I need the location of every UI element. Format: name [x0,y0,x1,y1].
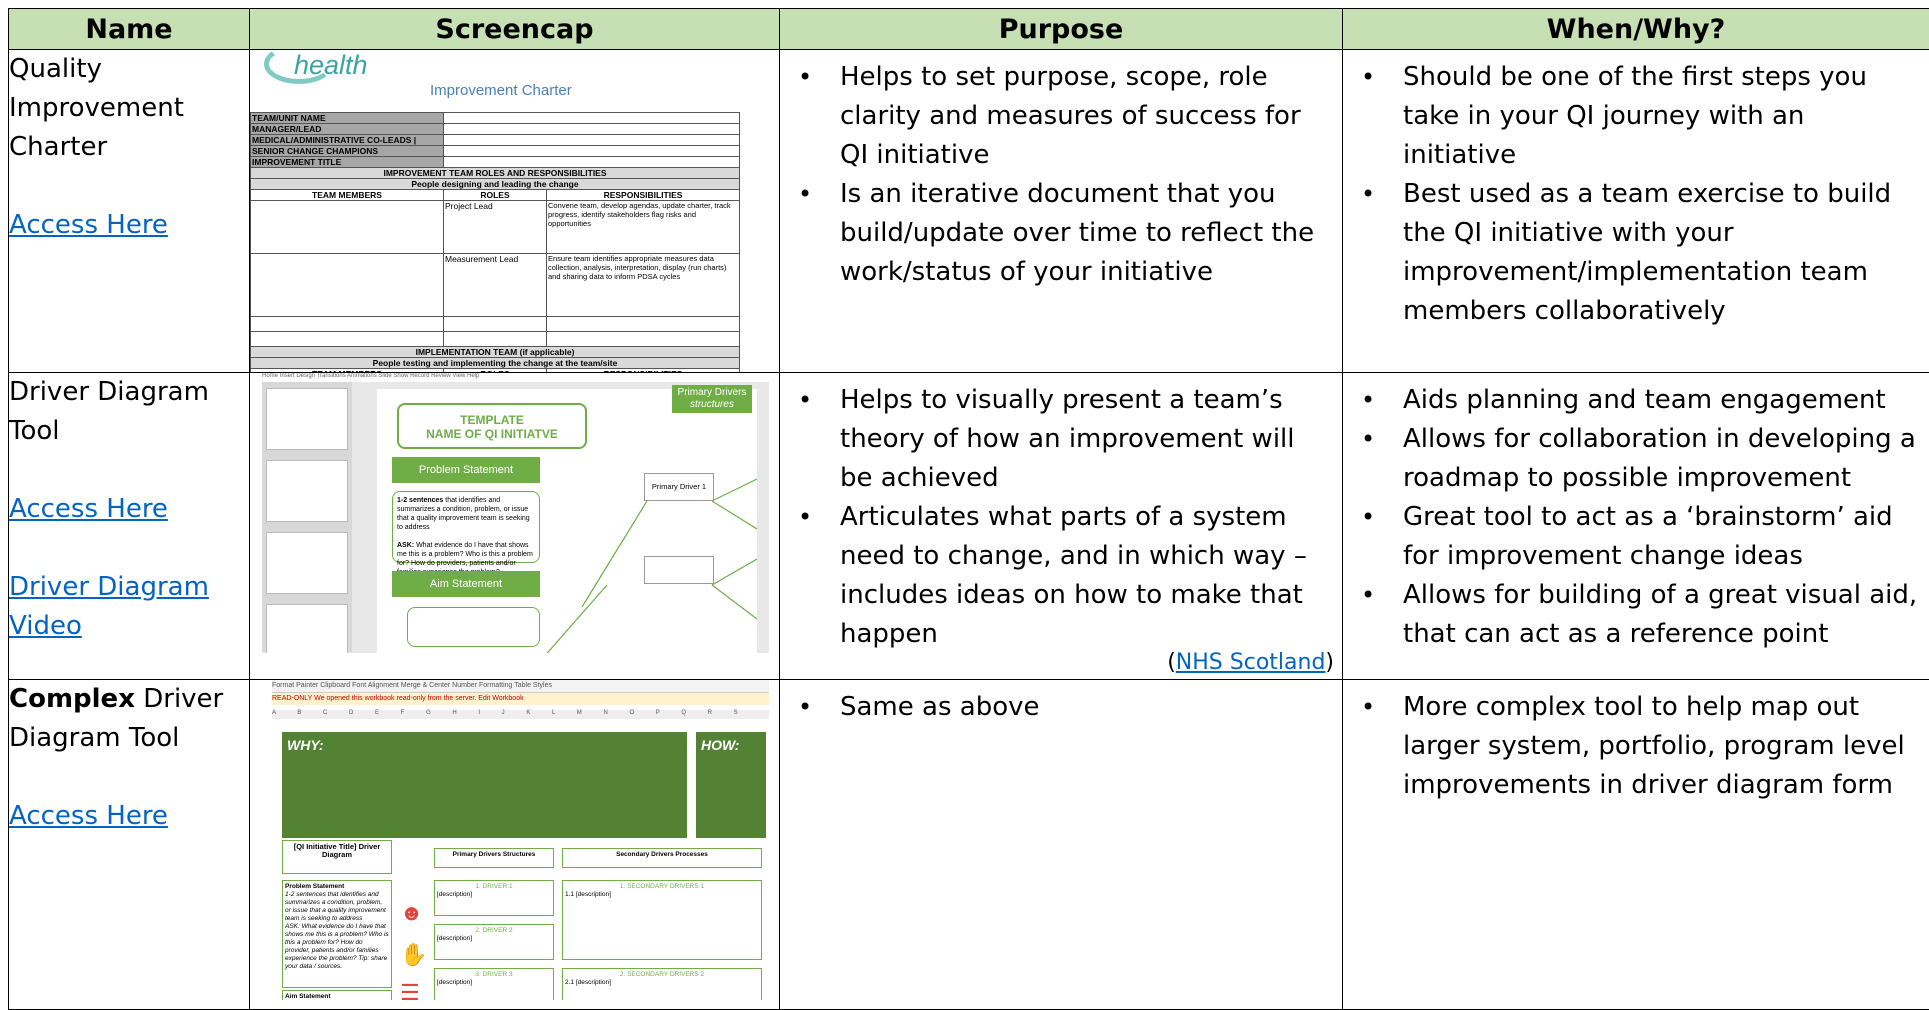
name-cell: Quality Improvement Charter Access Here [9,50,250,373]
when-list: Should be one of the first steps you tak… [1343,50,1929,331]
citation: (NHS Scotland) [1167,650,1334,675]
purpose-cell: Helps to set purpose, scope, role clarit… [780,50,1343,373]
list-item: Helps to set purpose, scope, role clarit… [788,58,1334,175]
list-item: More complex tool to help map out larger… [1351,688,1921,805]
access-here-link[interactable]: Access Here [9,494,168,524]
list-item: Should be one of the first steps you tak… [1351,58,1921,175]
connector-lines [377,389,757,653]
excel-toolbar: Format Painter Clipboard Font Alignment … [272,680,769,693]
purpose-list: Helps to set purpose, scope, role clarit… [780,50,1342,292]
header-row: Name Screencap Purpose When/Why? [9,9,1929,50]
primary-drivers-header: Primary Driversstructures [672,385,752,413]
nhs-scotland-link[interactable]: NHS Scotland [1176,650,1326,675]
problem-box: Problem Statement1-2 sentences that iden… [282,880,392,988]
handshake-icon: ✋ [400,942,427,968]
header-screencap: Screencap [250,9,780,50]
table-row: Quality Improvement Charter Access Here … [9,50,1929,373]
list-item: Best used as a team exercise to build th… [1351,175,1921,331]
tool-name: Improvement [9,89,249,128]
slide-canvas: TEMPLATENAME OF QI INITIATVE Problem Sta… [377,389,757,653]
list-item: Helps to visually present a team’s theor… [788,381,1334,498]
charter-title: Improvement Charter [430,82,572,99]
access-here-link[interactable]: Access Here [9,801,168,831]
charter-screenshot: health Improvement Charter TEAM/UNIT NAM… [250,50,779,372]
list-item: Allows for collaboration in developing a… [1351,420,1921,498]
tool-name: Diagram Tool [9,719,249,758]
secondary-drivers-box: Secondary Drivers Processes [562,848,762,868]
list-item: Is an iterative document that you build/… [788,175,1334,292]
list-item: Articulates what parts of a system need … [788,498,1334,654]
charter-form: TEAM/UNIT NAME MANAGER/LEAD MEDICAL/ADMI… [250,112,740,372]
list-item: Aids planning and team engagement [1351,381,1921,420]
purpose-list: Helps to visually present a team’s theor… [780,373,1342,654]
when-cell: Aids planning and team engagement Allows… [1343,373,1929,680]
table-row: Complex Driver Diagram Tool Access Here … [9,680,1929,1010]
purpose-cell: Helps to visually present a team’s theor… [780,373,1343,680]
header-purpose: Purpose [780,9,1343,50]
when-cell: Should be one of the first steps you tak… [1343,50,1929,373]
secondary-driver-2-box: 2. SECONDARY DRIVERS 22.1 [description] [562,968,762,1000]
screencap-cell: health Improvement Charter TEAM/UNIT NAM… [250,50,780,373]
driver-diagram-video-link[interactable]: Driver Diagram [9,572,209,602]
tool-name: Complex Driver [9,680,249,719]
driver-diagram-video-link[interactable]: Video [9,611,82,641]
name-cell: Complex Driver Diagram Tool Access Here [9,680,250,1010]
people-icon: ☻ [400,900,423,926]
ppt-ribbon: Home Insert Design Transitions Animation… [262,373,769,382]
table-row: Driver Diagram Tool Access Here Driver D… [9,373,1929,680]
column-headers: A B C D E F G H I J K L M N O P Q R S [272,710,769,719]
name-cell: Driver Diagram Tool Access Here Driver D… [9,373,250,680]
secondary-driver-1-box: 1. SECONDARY DRIVERS 11.1 [description] [562,880,762,960]
list-item: Allows for building of a great visual ai… [1351,576,1921,654]
driver-1-box: 1. DRIVER 1[description] [434,880,554,916]
why-banner: WHY: [282,732,687,838]
primary-driver-2-box [644,556,714,584]
purpose-cell: Same as above [780,680,1343,1010]
access-here-link[interactable]: Access Here [9,210,168,240]
purpose-list: Same as above [780,680,1342,727]
driver-2-box: 2. DRIVER 2[description] [434,924,554,960]
primary-drivers-box: Primary Drivers Structures [434,848,554,868]
list-item: Great tool to act as a ‘brainstorm’ aid … [1351,498,1921,576]
tools-table: Name Screencap Purpose When/Why? Quality… [8,8,1929,1010]
slide-thumbnails [262,382,352,652]
header-name: Name [9,9,250,50]
complex-driver-screenshot: Format Painter Clipboard Font Alignment … [272,680,769,1000]
tool-name: Tool [9,412,249,451]
header-when-why: When/Why? [1343,9,1929,50]
title-box: [QI Initiative Title] Driver Diagram [282,840,392,874]
tool-name: Quality [9,50,249,89]
tool-name: Charter [9,128,249,167]
list-item: Same as above [788,688,1334,727]
driver-3-box: 3. DRIVER 3[description] [434,968,554,1000]
health-logo: health [294,50,368,81]
read-only-bar: READ-ONLY We opened this workbook read-o… [272,693,769,705]
when-cell: More complex tool to help map out larger… [1343,680,1929,1010]
driver-diagram-screenshot: Home Insert Design Transitions Animation… [262,373,769,653]
primary-driver-1-box: Primary Driver 1 [644,473,714,501]
how-banner: HOW: [696,732,766,838]
screencap-cell: Home Insert Design Transitions Animation… [250,373,780,680]
screencap-cell: Format Painter Clipboard Font Alignment … [250,680,780,1010]
tool-name: Driver Diagram [9,373,249,412]
list-icon: ☰ [400,980,420,1000]
when-list: More complex tool to help map out larger… [1343,680,1929,805]
when-list: Aids planning and team engagement Allows… [1343,373,1929,654]
